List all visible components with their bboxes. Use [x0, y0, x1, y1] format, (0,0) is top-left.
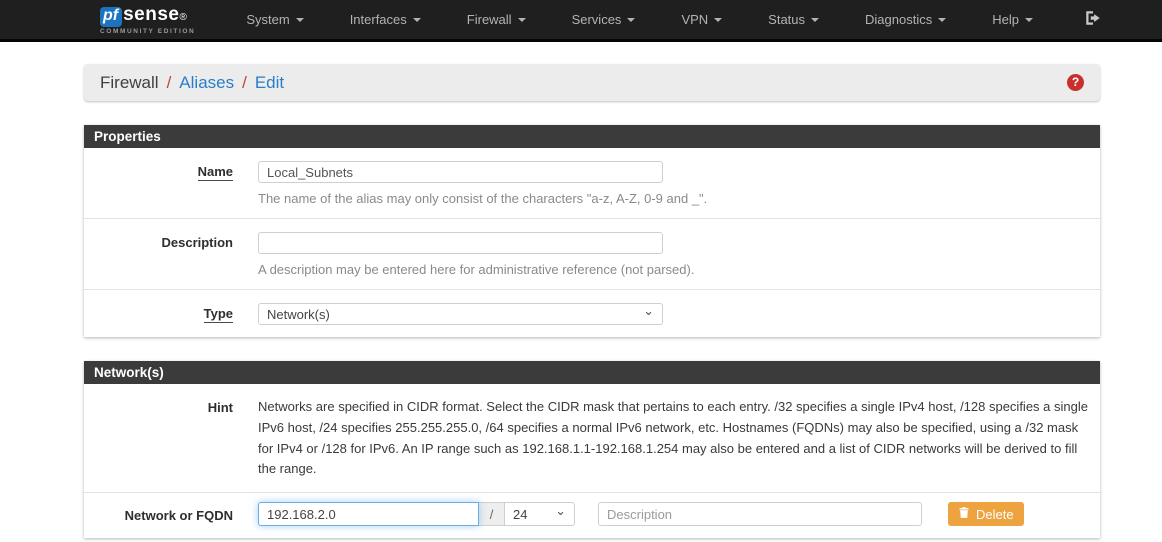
- breadcrumb-separator: /: [167, 73, 172, 93]
- pfsense-logo[interactable]: pf sense ® COMMUNITY EDITION: [100, 4, 195, 35]
- sign-out-icon: [1084, 9, 1102, 30]
- delete-network-button[interactable]: Delete: [948, 502, 1024, 526]
- chevron-down-icon: [413, 18, 421, 22]
- network-address-input[interactable]: [258, 502, 479, 526]
- main-menu: System Interfaces Firewall Services VPN …: [223, 0, 1056, 39]
- hint-row: Hint Networks are specified in CIDR form…: [84, 384, 1100, 493]
- description-help-text: A description may be entered here for ad…: [258, 262, 1088, 277]
- type-select-value: Network(s): [267, 307, 330, 322]
- registered-mark: ®: [179, 12, 186, 23]
- nav-item-label: Interfaces: [350, 12, 407, 27]
- chevron-down-icon: [811, 18, 819, 22]
- name-help-text: The name of the alias may only consist o…: [258, 191, 1088, 206]
- chevron-down-icon: [296, 18, 304, 22]
- nav-item-label: Firewall: [467, 12, 512, 27]
- breadcrumb: Firewall / Aliases / Edit ?: [84, 64, 1100, 101]
- chevron-down-icon: ⌄: [643, 306, 654, 316]
- type-select[interactable]: Network(s) ⌄: [258, 303, 663, 325]
- type-row: Type Network(s) ⌄: [84, 290, 1100, 337]
- pfsense-logo-pf-badge: pf: [100, 7, 122, 27]
- nav-item-diagnostics[interactable]: Diagnostics: [842, 0, 969, 39]
- nav-item-system[interactable]: System: [223, 0, 326, 39]
- network-entry-row: Network or FQDN / 24 ⌄ De: [84, 493, 1100, 538]
- network-description-input[interactable]: [598, 502, 922, 526]
- breadcrumb-aliases-link[interactable]: Aliases: [179, 73, 234, 93]
- pfsense-tagline: COMMUNITY EDITION: [100, 28, 195, 35]
- properties-panel-title: Properties: [84, 125, 1100, 148]
- pfsense-logo-wordmark: pf sense ®: [100, 4, 195, 27]
- cidr-mask-value: 24: [513, 507, 527, 522]
- logout-button[interactable]: [1084, 9, 1102, 30]
- chevron-down-icon: [518, 18, 526, 22]
- breadcrumb-firewall: Firewall: [100, 73, 159, 93]
- nav-item-label: System: [246, 12, 289, 27]
- chevron-down-icon: [627, 18, 635, 22]
- nav-item-label: VPN: [681, 12, 708, 27]
- cidr-mask-select[interactable]: 24 ⌄: [505, 502, 575, 526]
- chevron-down-icon: ⌄: [555, 506, 566, 516]
- pfsense-logo-sense: sense: [123, 4, 179, 26]
- delete-button-label: Delete: [976, 507, 1014, 522]
- nav-item-interfaces[interactable]: Interfaces: [327, 0, 444, 39]
- chevron-down-icon: [1025, 18, 1033, 22]
- nav-item-label: Help: [992, 12, 1019, 27]
- nav-item-label: Services: [572, 12, 622, 27]
- name-label: Name: [84, 161, 233, 206]
- top-navbar: pf sense ® COMMUNITY EDITION System Inte…: [0, 0, 1162, 42]
- nav-item-services[interactable]: Services: [549, 0, 659, 39]
- breadcrumb-separator: /: [242, 73, 247, 93]
- trash-icon: [958, 506, 970, 522]
- breadcrumb-edit-link[interactable]: Edit: [255, 73, 284, 93]
- networks-panel: Network(s) Hint Networks are specified i…: [84, 361, 1100, 538]
- help-icon[interactable]: ?: [1067, 74, 1084, 91]
- description-input[interactable]: [258, 232, 663, 254]
- cidr-separator: /: [479, 502, 505, 526]
- name-row: Name The name of the alias may only cons…: [84, 148, 1100, 219]
- hint-text: Networks are specified in CIDR format. S…: [258, 397, 1088, 480]
- description-label: Description: [84, 232, 233, 277]
- nav-item-vpn[interactable]: VPN: [658, 0, 745, 39]
- type-label: Type: [84, 303, 233, 325]
- nav-item-firewall[interactable]: Firewall: [444, 0, 549, 39]
- hint-label: Hint: [84, 397, 233, 480]
- description-row: Description A description may be entered…: [84, 219, 1100, 290]
- nav-item-help[interactable]: Help: [969, 0, 1056, 39]
- name-input[interactable]: [258, 161, 663, 183]
- nav-item-label: Status: [768, 12, 805, 27]
- chevron-down-icon: [938, 18, 946, 22]
- properties-panel: Properties Name The name of the alias ma…: [84, 125, 1100, 337]
- network-fqdn-label: Network or FQDN: [84, 505, 233, 523]
- nav-item-label: Diagnostics: [865, 12, 932, 27]
- nav-item-status[interactable]: Status: [745, 0, 842, 39]
- chevron-down-icon: [714, 18, 722, 22]
- networks-panel-title: Network(s): [84, 361, 1100, 384]
